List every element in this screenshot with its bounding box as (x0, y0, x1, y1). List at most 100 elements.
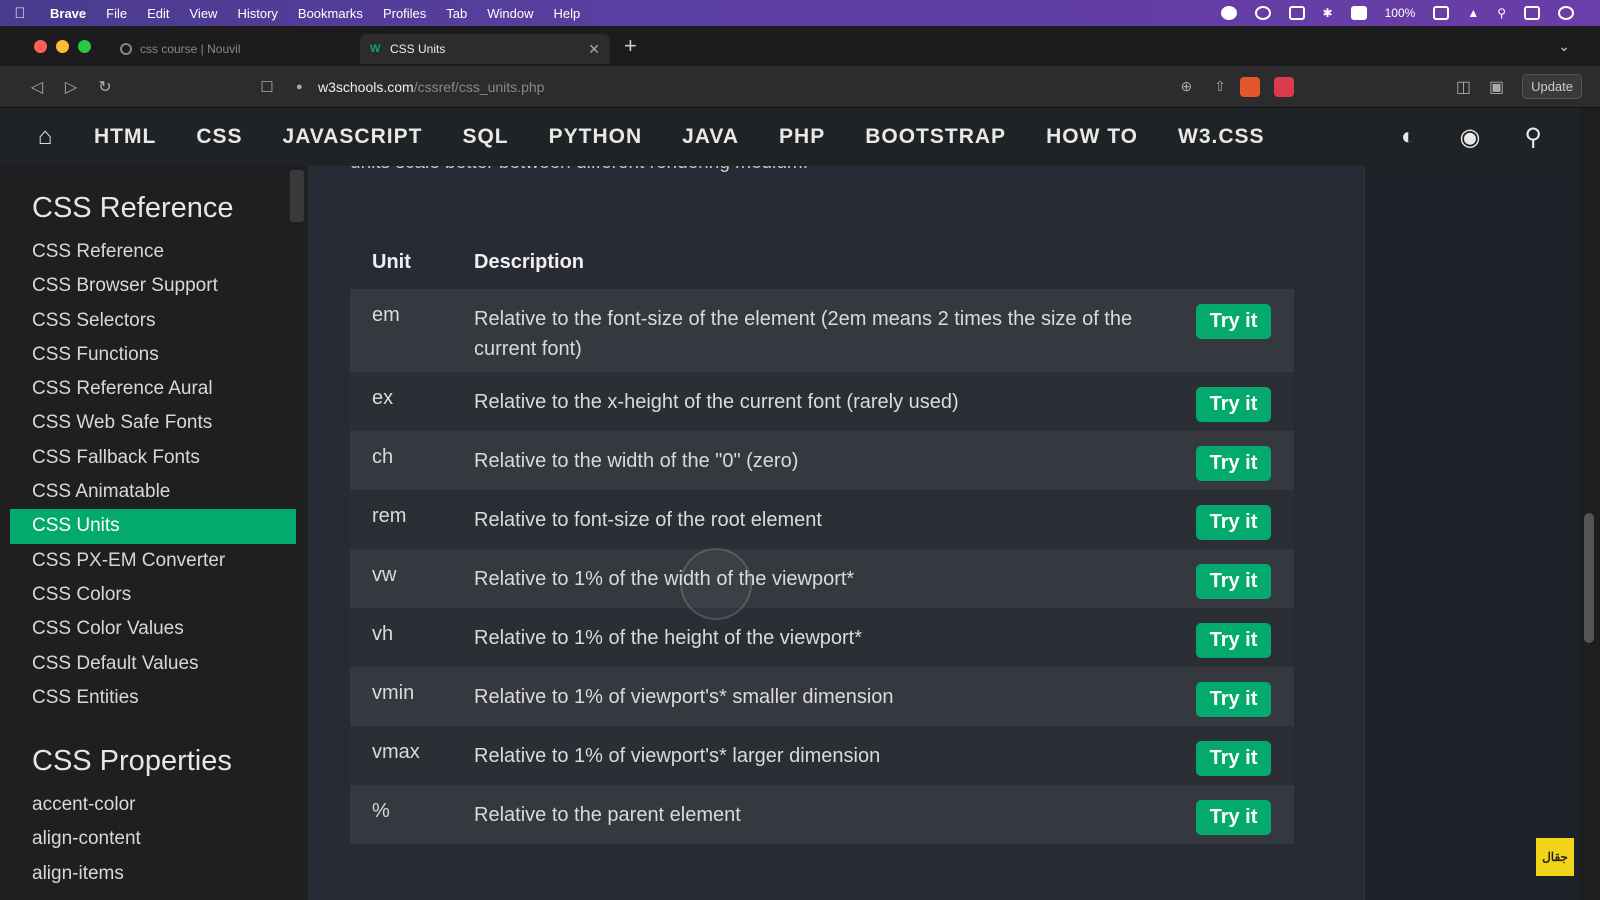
bookmark-icon[interactable]: ☐ (252, 78, 282, 96)
sidebar-item-accent-color[interactable]: accent-color (0, 788, 296, 822)
description-cell: Relative to the x-height of the current … (452, 372, 1196, 431)
sidebar-item-fallback-fonts[interactable]: CSS Fallback Fonts (0, 441, 296, 475)
sidebar-item-colors[interactable]: CSS Colors (0, 578, 296, 612)
units-table: Unit Description em Relative to the font… (350, 236, 1294, 844)
wifi-icon[interactable]: ▲ (1467, 6, 1479, 20)
sidebar-item-color-values[interactable]: CSS Color Values (0, 612, 296, 646)
nav-sql[interactable]: SQL (442, 125, 528, 149)
nav-bootstrap[interactable]: BOOTSTRAP (845, 125, 1026, 149)
globe-language-icon[interactable]: ◉ (1459, 123, 1480, 152)
page-scrollbar-thumb[interactable] (1584, 513, 1594, 643)
tab-css-units[interactable]: W CSS Units ✕ (360, 34, 610, 64)
sidebar-item-reference-aural[interactable]: CSS Reference Aural (0, 372, 296, 406)
menu-profiles[interactable]: Profiles (373, 6, 436, 21)
status-icons: ✱ 100% ▲ ⚲ (1220, 6, 1600, 20)
description-cell: Relative to the width of the "0" (zero) (452, 431, 1196, 490)
browser-tab-bar: css course | Nouvil W CSS Units ✕ + ⌄ (0, 26, 1600, 66)
try-it-button[interactable]: Try it (1196, 800, 1271, 835)
try-it-cell: Try it (1196, 785, 1294, 844)
search-icon[interactable]: ⚲ (1524, 123, 1542, 152)
bluetooth-icon[interactable]: ✱ (1323, 6, 1333, 20)
sidebar-item-selectors[interactable]: CSS Selectors (0, 304, 296, 338)
close-window-button[interactable] (34, 39, 47, 53)
new-tab-button[interactable]: + (624, 33, 637, 59)
sidebar-heading-properties: CSS Properties (32, 745, 232, 778)
menu-view[interactable]: View (180, 6, 228, 21)
menu-window[interactable]: Window (477, 6, 543, 21)
nav-python[interactable]: PYTHON (529, 125, 663, 149)
try-it-cell: Try it (1196, 608, 1294, 667)
sidebar-scrollbar[interactable] (290, 170, 304, 222)
menu-edit[interactable]: Edit (137, 6, 179, 21)
back-button[interactable]: ◁ (20, 77, 54, 97)
nav-css[interactable]: CSS (176, 125, 262, 149)
brave-shields-icon[interactable] (1240, 76, 1260, 97)
sidebar-item-functions[interactable]: CSS Functions (0, 338, 296, 372)
extension-status-icon[interactable] (1254, 6, 1271, 20)
apple-icon[interactable]:  (0, 5, 40, 22)
try-it-button[interactable]: Try it (1196, 304, 1271, 339)
input-source-icon[interactable] (1350, 6, 1367, 20)
nav-how-to[interactable]: HOW TO (1026, 125, 1158, 149)
forward-button[interactable]: ▷ (54, 77, 88, 97)
update-button[interactable]: Update (1522, 74, 1582, 99)
table-row: % Relative to the parent element Try it (350, 785, 1294, 844)
battery-icon[interactable] (1433, 6, 1450, 20)
control-center-icon[interactable] (1524, 6, 1540, 20)
zoom-icon[interactable]: ⊕ (1181, 78, 1193, 95)
sidebar-item-animatable[interactable]: CSS Animatable (0, 475, 296, 509)
sidebar-item-browser-support[interactable]: CSS Browser Support (0, 269, 296, 303)
siri-icon[interactable] (1558, 6, 1574, 20)
nav-javascript[interactable]: JAVASCRIPT (263, 125, 443, 149)
menu-file[interactable]: File (96, 6, 137, 21)
tab-label: CSS Units (390, 42, 446, 56)
menu-bookmarks[interactable]: Bookmarks (288, 6, 373, 21)
sidebar-item-css-reference[interactable]: CSS Reference (0, 235, 296, 269)
w3schools-favicon-icon: W (370, 43, 381, 55)
page-scrollbar[interactable] (1580, 108, 1600, 900)
sidebar-item-web-safe-fonts[interactable]: CSS Web Safe Fonts (0, 406, 296, 440)
sidebar-item-align-content[interactable]: align-content (0, 822, 296, 856)
nav-w3css[interactable]: W3.CSS (1158, 125, 1285, 149)
sidebar-item-align-items[interactable]: align-items (0, 857, 296, 891)
spotlight-icon[interactable]: ⚲ (1497, 6, 1506, 20)
sidebar-item-units[interactable]: CSS Units (10, 509, 296, 544)
toolbar-right: ◫ ▣ Update (1456, 74, 1600, 99)
menu-tab[interactable]: Tab (436, 6, 477, 21)
table-row: rem Relative to font-size of the root el… (350, 490, 1294, 549)
reload-button[interactable]: ↻ (88, 77, 122, 97)
minimize-window-button[interactable] (56, 39, 69, 53)
unit-cell: vh (350, 608, 452, 667)
menu-history[interactable]: History (227, 6, 287, 21)
menu-help[interactable]: Help (544, 6, 591, 21)
table-row: ch Relative to the width of the "0" (zer… (350, 431, 1294, 490)
home-icon[interactable]: ⌂ (10, 123, 80, 151)
nav-html[interactable]: HTML (80, 125, 176, 149)
table-header-row: Unit Description (350, 236, 1294, 289)
try-it-button[interactable]: Try it (1196, 741, 1271, 776)
share-icon[interactable]: ⇧ (1214, 78, 1226, 95)
try-it-button[interactable]: Try it (1196, 505, 1271, 540)
try-it-button[interactable]: Try it (1196, 623, 1271, 658)
menu-app-name[interactable]: Brave (40, 6, 96, 21)
sidebar-item-px-em-converter[interactable]: CSS PX-EM Converter (0, 544, 296, 578)
sidebar-toggle-icon[interactable]: ◫ (1456, 77, 1471, 97)
nav-java[interactable]: JAVA (662, 125, 759, 149)
zoom-window-button[interactable] (78, 39, 91, 53)
dark-mode-toggle-icon[interactable]: ◐ (1401, 123, 1416, 152)
try-it-button[interactable]: Try it (1196, 682, 1271, 717)
nav-php[interactable]: PHP (759, 125, 845, 149)
sidebar-item-entities[interactable]: CSS Entities (0, 681, 296, 715)
sidebar-item-default-values[interactable]: CSS Default Values (0, 647, 296, 681)
tab-css-course[interactable]: css course | Nouvil (110, 34, 360, 64)
record-icon[interactable] (1220, 6, 1237, 20)
brave-rewards-icon[interactable] (1274, 76, 1294, 97)
tab-list-chevron-icon[interactable]: ⌄ (1558, 38, 1600, 55)
address-bar[interactable]: ● w3schools.com /cssref/css_units.php ⊕ … (296, 72, 1226, 102)
screens-icon[interactable] (1288, 6, 1305, 20)
try-it-button[interactable]: Try it (1196, 564, 1271, 599)
try-it-button[interactable]: Try it (1196, 387, 1271, 422)
close-tab-icon[interactable]: ✕ (588, 41, 600, 58)
try-it-button[interactable]: Try it (1196, 446, 1271, 481)
wallet-icon[interactable]: ▣ (1489, 77, 1504, 97)
